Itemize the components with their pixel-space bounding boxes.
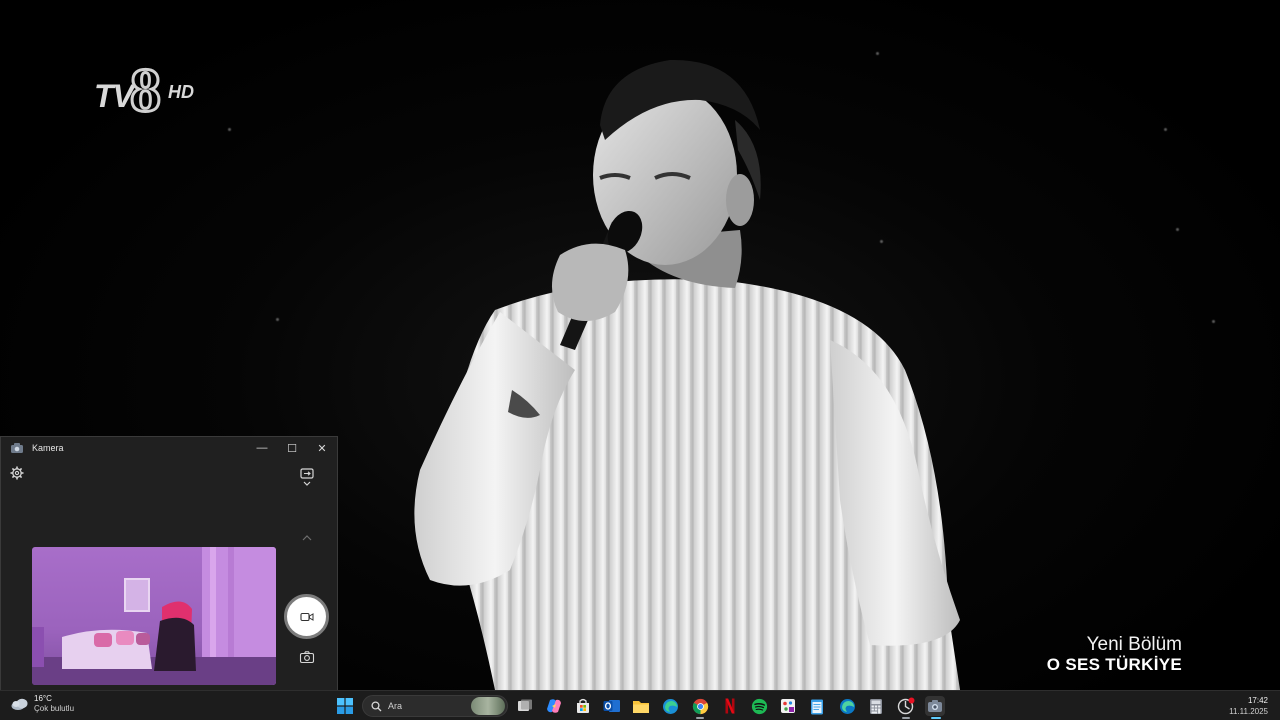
camera-app-icon: [928, 700, 942, 712]
record-button[interactable]: [284, 594, 329, 639]
edge-icon: [662, 698, 678, 714]
media-app-button[interactable]: [896, 696, 916, 716]
start-button[interactable]: [335, 696, 355, 716]
camera-titlebar[interactable]: Kamera — ☐ ✕: [1, 437, 337, 459]
chevron-up-icon[interactable]: [300, 533, 314, 543]
microsoft-store-button[interactable]: [573, 696, 593, 716]
camera-active-indicator: [931, 717, 941, 719]
chrome-button[interactable]: [690, 696, 710, 716]
spotify-icon: [751, 698, 767, 714]
switch-camera-icon[interactable]: [299, 466, 315, 488]
stage-light: [1176, 228, 1179, 231]
outlook-button[interactable]: [602, 696, 622, 716]
maximize-button[interactable]: ☐: [277, 437, 307, 459]
clock-time: 17:42: [1247, 696, 1268, 705]
maximize-icon: ☐: [287, 442, 297, 455]
spotify-button[interactable]: [749, 696, 769, 716]
minimize-icon: —: [256, 442, 268, 454]
task-view-icon: [518, 699, 532, 711]
file-explorer-button[interactable]: [631, 696, 651, 716]
video-record-icon: [299, 612, 313, 621]
netflix-icon: [725, 698, 735, 714]
stage-light: [1212, 320, 1215, 323]
calculator-button[interactable]: [866, 696, 886, 716]
search-box[interactable]: Ara: [362, 695, 508, 717]
media-app-icon: [897, 697, 915, 715]
room-image: [32, 547, 276, 685]
system-clock[interactable]: 17:42 11.11.2025: [1229, 695, 1268, 717]
camera-taskbar-button[interactable]: [925, 696, 945, 716]
chrome-active-indicator: [696, 717, 704, 719]
stage-light: [228, 128, 231, 131]
taskbar: 16°C Çok bulutlu Ara 17:42 11.11.2025: [0, 690, 1280, 720]
promo-caption: Yeni Bölüm O SES TÜRKİYE: [1047, 634, 1182, 675]
camera-app-icon: [11, 443, 23, 453]
minimize-button[interactable]: —: [247, 437, 277, 459]
channel-logo: TV 8 HD: [92, 57, 212, 132]
logo-hd-text: HD: [168, 82, 194, 102]
photo-camera-icon[interactable]: [299, 650, 315, 664]
copilot-button[interactable]: [544, 696, 564, 716]
performer-image: [414, 59, 960, 690]
logo-tv-text: TV: [94, 78, 134, 114]
logo-eight-text: 8: [129, 57, 163, 125]
promo-line2: O SES TÜRKİYE: [1046, 655, 1182, 674]
task-view-button[interactable]: [515, 696, 535, 716]
file-explorer-icon: [633, 700, 649, 713]
search-icon: [371, 700, 382, 711]
search-placeholder: Ara: [388, 701, 403, 711]
stage-light: [276, 318, 279, 321]
weather-condition: Çok bulutlu: [34, 704, 75, 713]
promo-line1: Yeni Bölüm: [1086, 634, 1182, 655]
media-active-indicator: [902, 717, 910, 719]
outlook-icon: [603, 700, 620, 712]
clock-date: 11.11.2025: [1229, 707, 1268, 716]
chrome-icon: [692, 698, 708, 714]
cloud-icon: [11, 698, 28, 710]
search-highlight-image: [471, 697, 505, 715]
camera-window: Kamera — ☐ ✕: [0, 436, 338, 690]
close-icon: ✕: [317, 442, 327, 455]
notepad-icon: [811, 699, 823, 714]
microsoft-store-icon: [577, 698, 589, 713]
notepad-button[interactable]: [807, 696, 827, 716]
close-button[interactable]: ✕: [307, 437, 337, 459]
edge-browser-button[interactable]: [837, 696, 857, 716]
gear-icon[interactable]: [9, 465, 25, 481]
copilot-icon: [547, 699, 561, 713]
paint-icon: [781, 699, 795, 713]
camera-preview: [32, 547, 276, 685]
netflix-button[interactable]: [720, 696, 740, 716]
desktop: TV 8 HD Yeni Bölüm O SES TÜRKİYE Kamera …: [0, 0, 1280, 720]
weather-temp: 16°C: [34, 694, 52, 703]
calculator-icon: [870, 698, 882, 714]
paint-button[interactable]: [778, 696, 798, 716]
edge-button[interactable]: [660, 696, 680, 716]
stage-light: [1164, 128, 1167, 131]
windows-start-icon: [337, 698, 353, 714]
weather-widget[interactable]: 16°C Çok bulutlu: [10, 694, 74, 714]
window-title: Kamera: [32, 443, 64, 453]
edge-browser-icon: [839, 698, 855, 714]
